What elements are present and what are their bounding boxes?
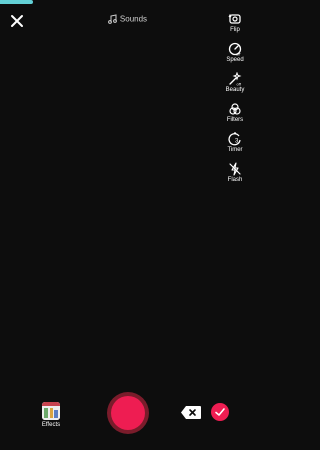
record-button[interactable] bbox=[107, 392, 149, 434]
filters-icon bbox=[229, 103, 241, 115]
flip-button[interactable]: Flip bbox=[215, 12, 255, 42]
confirm-button[interactable] bbox=[211, 403, 229, 421]
recording-progress-bar bbox=[0, 0, 34, 4]
speed-label: Speed bbox=[226, 57, 244, 63]
svg-text:off: off bbox=[236, 52, 241, 57]
music-note-icon bbox=[108, 14, 117, 24]
svg-text:off: off bbox=[237, 82, 242, 87]
beauty-label: Beauty bbox=[225, 87, 245, 93]
backspace-icon bbox=[181, 406, 201, 419]
delete-clip-button[interactable] bbox=[181, 406, 201, 419]
timer-icon: 3 bbox=[228, 132, 241, 146]
speed-icon: off bbox=[228, 42, 241, 57]
bottom-controls: Effects bbox=[0, 392, 255, 442]
beauty-wand-icon: off bbox=[229, 72, 242, 87]
timer-button[interactable]: 3 Timer bbox=[215, 132, 255, 162]
filters-label: Filters bbox=[226, 117, 244, 123]
flash-off-icon bbox=[229, 162, 241, 176]
flip-label: Flip bbox=[230, 27, 240, 33]
flip-camera-icon bbox=[228, 13, 241, 24]
checkmark-icon bbox=[215, 408, 225, 416]
flash-button[interactable]: Flash bbox=[215, 162, 255, 192]
effects-thumbnail bbox=[42, 402, 60, 420]
speed-button[interactable]: off Speed bbox=[215, 42, 255, 72]
sounds-label: Sounds bbox=[119, 14, 148, 24]
beauty-button[interactable]: off Beauty bbox=[215, 72, 255, 102]
effects-label: Effects bbox=[41, 422, 61, 428]
record-button-inner bbox=[111, 396, 145, 430]
camera-tools-bar: Flip off Speed off Beauty Filters 3 Time… bbox=[215, 12, 255, 192]
timer-label: Timer bbox=[227, 147, 243, 153]
effects-button[interactable]: Effects bbox=[39, 402, 63, 428]
effects-preview-icon bbox=[42, 402, 60, 420]
flash-label: Flash bbox=[227, 177, 243, 183]
filters-button[interactable]: Filters bbox=[215, 102, 255, 132]
